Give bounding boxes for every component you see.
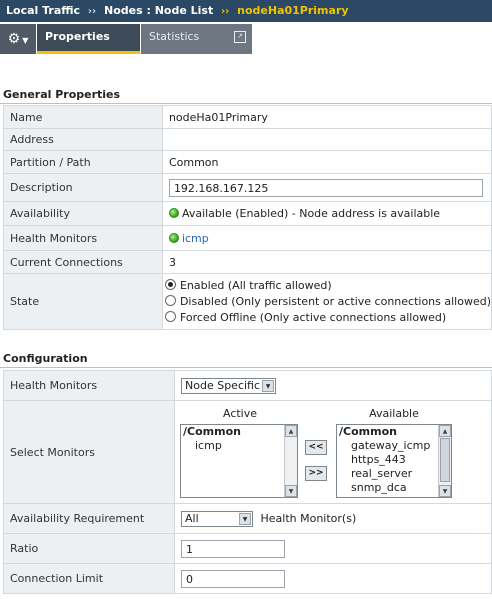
gear-icon: ⚙ xyxy=(7,31,21,47)
scroll-up-icon[interactable]: ▲ xyxy=(439,425,451,437)
tab-statistics[interactable]: Statistics ↗ xyxy=(141,24,252,54)
partition-value: Common xyxy=(161,150,492,174)
availability-label: Availability xyxy=(3,201,163,226)
availability-requirement-value: All xyxy=(185,511,199,525)
table-row: Availability Requirement All ▼ Health Mon… xyxy=(3,503,492,534)
state-label: State xyxy=(3,273,163,330)
description-input[interactable]: 192.168.167.125 xyxy=(168,178,483,197)
connection-limit-label: Connection Limit xyxy=(3,563,175,594)
table-row: Address xyxy=(3,128,492,151)
scroll-up-icon[interactable]: ▲ xyxy=(285,425,297,437)
table-row: Health Monitors Node Specific ▼ xyxy=(3,370,492,401)
state-disabled-label: Disabled (Only persistent or active conn… xyxy=(179,294,491,308)
health-monitors-select[interactable]: Node Specific ▼ xyxy=(181,377,276,394)
move-to-available-button[interactable]: >> xyxy=(305,466,327,481)
health-monitor-link[interactable]: icmp xyxy=(182,232,209,245)
table-row: Current Connections 3 xyxy=(3,250,492,274)
breadcrumb: Local Traffic ›› Nodes : Node List ›› no… xyxy=(0,0,492,22)
ratio-input[interactable]: 1 xyxy=(181,539,285,558)
availability-requirement-select[interactable]: All ▼ xyxy=(181,510,253,527)
green-status-dot-icon xyxy=(168,232,179,243)
list-item[interactable]: icmp xyxy=(181,439,297,453)
current-connections-label: Current Connections xyxy=(3,250,163,274)
active-column-header: Active xyxy=(222,407,258,420)
select-monitors-label: Select Monitors xyxy=(3,400,175,504)
list-item[interactable]: snmp_dca xyxy=(337,481,451,495)
breadcrumb-separator: ›› xyxy=(87,6,97,17)
tab-bar: ⚙ ▼ Properties Statistics ↗ xyxy=(0,24,492,54)
table-row: Connection Limit 0 xyxy=(3,563,492,594)
breadcrumb-local-traffic[interactable]: Local Traffic xyxy=(0,0,80,22)
scroll-down-icon[interactable]: ▼ xyxy=(285,485,297,497)
tab-statistics-label: Statistics xyxy=(149,30,200,43)
state-forced-offline-option[interactable]: Forced Offline (Only active connections … xyxy=(164,310,491,326)
list-item[interactable]: gateway_icmp xyxy=(337,439,451,453)
list-item[interactable]: /Common xyxy=(181,425,297,439)
name-value: nodeHa01Primary xyxy=(161,105,492,129)
state-radio-group: Enabled (All traffic allowed) Disabled (… xyxy=(161,273,492,330)
available-monitors-list[interactable]: /Common gateway_icmp https_443 real_serv… xyxy=(336,424,452,498)
state-enabled-option[interactable]: Enabled (All traffic allowed) xyxy=(164,278,491,294)
address-value xyxy=(161,128,492,151)
availability-requirement-suffix: Health Monitor(s) xyxy=(260,511,357,525)
ratio-label: Ratio xyxy=(3,533,175,564)
breadcrumb-node-list[interactable]: Nodes : Node List xyxy=(104,0,213,22)
green-status-dot-icon xyxy=(168,208,179,218)
general-properties-table: Name nodeHa01Primary Address Partition /… xyxy=(3,105,492,330)
current-connections-value: 3 xyxy=(161,250,492,274)
table-row: Availability Available (Enabled) - Node … xyxy=(3,201,492,226)
partition-label: Partition / Path xyxy=(3,150,163,174)
chevron-down-icon: ▼ xyxy=(22,36,29,45)
radio-icon[interactable] xyxy=(164,310,176,322)
table-row: Health Monitors icmp xyxy=(3,225,492,251)
config-health-monitors-label: Health Monitors xyxy=(3,370,175,401)
name-label: Name xyxy=(3,105,163,129)
configuration-heading: Configuration xyxy=(0,350,492,368)
scrollbar[interactable]: ▲ ▼ xyxy=(284,425,297,497)
chevron-down-icon: ▼ xyxy=(239,512,251,525)
list-item[interactable]: https_443 xyxy=(337,453,451,467)
tab-properties[interactable]: Properties xyxy=(37,24,140,54)
chevron-down-icon: ▼ xyxy=(262,379,274,392)
table-row: Ratio 1 xyxy=(3,533,492,564)
table-row: Description 192.168.167.125 xyxy=(3,173,492,202)
available-column-header: Available xyxy=(369,407,419,420)
health-monitors-select-value: Node Specific xyxy=(185,378,261,392)
popout-icon[interactable]: ↗ xyxy=(234,31,246,43)
list-item[interactable]: /Common xyxy=(337,425,451,439)
table-row: Partition / Path Common xyxy=(3,150,492,174)
connection-limit-input[interactable]: 0 xyxy=(181,569,285,588)
scrollbar[interactable]: ▲ ▼ xyxy=(438,425,451,497)
availability-value: Available (Enabled) - Node address is av… xyxy=(181,207,441,220)
state-enabled-label: Enabled (All traffic allowed) xyxy=(179,278,332,292)
state-disabled-option[interactable]: Disabled (Only persistent or active conn… xyxy=(164,294,491,310)
address-label: Address xyxy=(3,128,163,151)
radio-selected-icon[interactable] xyxy=(164,278,176,290)
description-label: Description xyxy=(3,173,163,202)
scrollbar-thumb[interactable] xyxy=(440,438,450,482)
move-to-active-button[interactable]: << xyxy=(305,440,327,455)
active-monitors-list[interactable]: /Common icmp ▲ ▼ xyxy=(180,424,298,498)
state-forced-offline-label: Forced Offline (Only active connections … xyxy=(179,310,447,324)
health-monitors-label: Health Monitors xyxy=(3,225,163,251)
list-item[interactable]: real_server xyxy=(337,467,451,481)
breadcrumb-separator: ›› xyxy=(221,6,230,17)
table-row: State Enabled (All traffic allowed) Disa… xyxy=(3,273,492,330)
scroll-down-icon[interactable]: ▼ xyxy=(439,485,451,497)
availability-requirement-label: Availability Requirement xyxy=(3,503,175,534)
radio-icon[interactable] xyxy=(164,294,176,306)
table-row: Name nodeHa01Primary xyxy=(3,105,492,129)
settings-menu-button[interactable]: ⚙ ▼ xyxy=(0,24,36,54)
breadcrumb-current: nodeHa01Primary xyxy=(237,4,349,17)
general-properties-heading: General Properties xyxy=(0,86,492,104)
